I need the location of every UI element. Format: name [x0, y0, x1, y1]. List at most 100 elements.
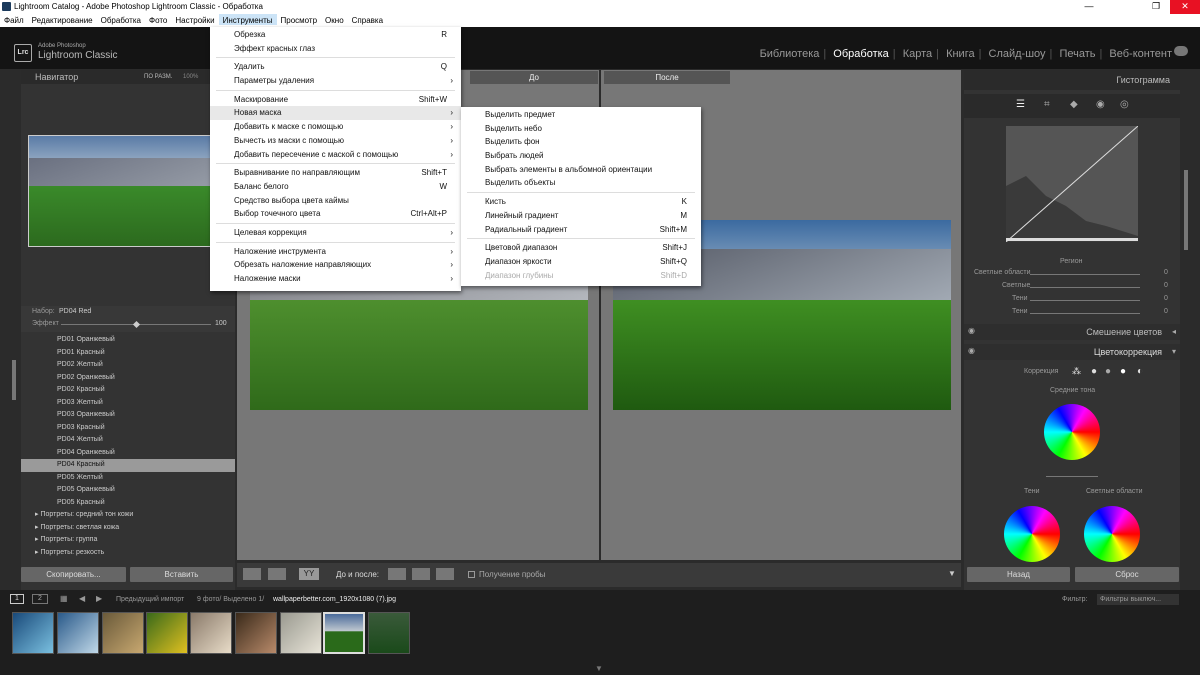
module-map[interactable]: Карта	[903, 48, 932, 60]
reset-button[interactable]: Сброс	[1075, 567, 1179, 582]
nav-fit-option[interactable]: ПО РАЗМ.	[144, 70, 172, 84]
menu-item[interactable]: Выделить небо	[461, 122, 701, 136]
probe-checkbox[interactable]	[468, 571, 475, 578]
navigator-header[interactable]: Навигатор ПО РАЗМ. 100%	[21, 70, 235, 84]
menu-item[interactable]: Удалить Q	[210, 60, 461, 74]
filmstrip-thumbnail[interactable]	[146, 612, 188, 654]
page-1-button[interactable]: 1	[10, 594, 24, 604]
red-eye-icon[interactable]: ◉	[1096, 99, 1105, 110]
preset-group[interactable]: ▸ Портреты: резкость	[21, 547, 235, 560]
slider-track[interactable]	[1030, 313, 1140, 314]
filmstrip-thumbnail[interactable]	[235, 612, 277, 654]
list-item[interactable]: PD05 Желтый	[21, 472, 235, 485]
cloud-icon[interactable]	[1174, 46, 1188, 56]
expand-icon[interactable]: ▾	[1172, 347, 1176, 356]
menu-item[interactable]: Линейный градиент M	[461, 209, 701, 223]
list-item[interactable]: PD05 Красный	[21, 497, 235, 510]
list-item[interactable]: PD02 Оранжевый	[21, 372, 235, 385]
filmstrip-toggle-icon[interactable]: ▼	[595, 664, 603, 673]
menu-help[interactable]: Справка	[348, 14, 387, 25]
nav-zoom-option[interactable]: 100%	[183, 70, 198, 84]
menu-item[interactable]: Выделить фон	[461, 135, 701, 149]
slider-track[interactable]	[1030, 274, 1140, 275]
menu-item[interactable]: Вычесть из маски с помощью ›	[210, 134, 461, 148]
menu-item[interactable]: Обрезка R	[210, 28, 461, 42]
preset-group[interactable]: ▸ Портреты: светлая кожа	[21, 522, 235, 535]
effect-slider-handle[interactable]	[132, 320, 141, 329]
source-label[interactable]: Предыдущий импорт	[116, 596, 184, 603]
menu-item[interactable]: Наложение инструмента ›	[210, 245, 461, 259]
menu-item[interactable]: Выделить предмет	[461, 108, 701, 122]
highlights-mode-icon[interactable]: ●	[1120, 366, 1126, 377]
module-slideshow[interactable]: Слайд-шоу	[989, 48, 1046, 60]
menu-item[interactable]: Обрезать наложение направляющих ›	[210, 258, 461, 272]
menu-item[interactable]: Целевая коррекция ›	[210, 226, 461, 240]
crop-icon[interactable]: ⌗	[1044, 99, 1050, 110]
back-button[interactable]: Назад	[967, 567, 1070, 582]
menu-item[interactable]: Баланс белого W	[210, 180, 461, 194]
preset-group[interactable]: ▸ Портреты: средний тон кожи	[21, 509, 235, 522]
tone-curve[interactable]	[1005, 125, 1139, 243]
module-develop[interactable]: Обработка	[833, 48, 888, 60]
filmstrip-thumbnail[interactable]	[368, 612, 410, 654]
module-book[interactable]: Книга	[946, 48, 975, 60]
masking-icon[interactable]: ◎	[1120, 99, 1129, 110]
menu-item[interactable]: Средство выбора цвета каймы	[210, 194, 461, 208]
module-web[interactable]: Веб-контент	[1109, 48, 1172, 60]
module-print[interactable]: Печать	[1059, 48, 1095, 60]
next-arrow-icon[interactable]: ▶	[96, 594, 102, 603]
file-name[interactable]: wallpaperbetter.com_1920x1080 (7).jpg	[273, 596, 396, 603]
visibility-eye-icon[interactable]: ◉	[968, 326, 975, 335]
menu-item[interactable]: Добавить к маске с помощью ›	[210, 120, 461, 134]
list-item[interactable]: PD03 Оранжевый	[21, 409, 235, 422]
swap-before-after-icon[interactable]	[436, 568, 454, 580]
menu-photo[interactable]: Фото	[145, 14, 171, 25]
before-after-lr-icon[interactable]	[268, 568, 286, 580]
list-item[interactable]: PD05 Оранжевый	[21, 484, 235, 497]
menu-item[interactable]: Новая маска ›	[210, 106, 461, 121]
list-item[interactable]: PD03 Желтый	[21, 397, 235, 410]
menu-edit[interactable]: Редактирование	[28, 14, 97, 25]
highlights-wheel[interactable]	[1084, 506, 1140, 562]
menu-item[interactable]: Радиальный градиент Shift+M	[461, 223, 701, 237]
left-scrollbar[interactable]	[12, 360, 16, 400]
grid-icon[interactable]: ▦	[60, 594, 68, 603]
list-item[interactable]: PD02 Желтый	[21, 359, 235, 372]
midtones-luminance-slider[interactable]	[1046, 476, 1098, 477]
menu-item[interactable]: Маскирование Shift+W	[210, 93, 461, 107]
curve-range-bar[interactable]	[1006, 238, 1138, 241]
shadows-mode-icon[interactable]: ●	[1091, 366, 1097, 377]
menu-item[interactable]: Цветовой диапазон Shift+J	[461, 241, 701, 255]
maximize-button[interactable]: ❐	[1140, 0, 1172, 14]
filmstrip-thumbnail[interactable]	[12, 612, 54, 654]
list-item[interactable]: PD04 Желтый	[21, 434, 235, 447]
preset-group[interactable]: ▸ Портреты: группа	[21, 534, 235, 547]
menu-develop[interactable]: Обработка	[97, 14, 145, 25]
midtones-wheel[interactable]	[1044, 404, 1100, 460]
menu-item[interactable]: Кисть K	[461, 195, 701, 209]
menu-window[interactable]: Окно	[321, 14, 348, 25]
list-item[interactable]: PD01 Красный	[21, 347, 235, 360]
close-button[interactable]: ✕	[1170, 0, 1200, 14]
menu-item[interactable]: Диапазон яркости Shift+Q	[461, 255, 701, 269]
navigator-preview[interactable]	[28, 135, 228, 247]
toolbar-menu-icon[interactable]: ▼	[948, 569, 956, 578]
minimize-button[interactable]: —	[1073, 0, 1105, 14]
menu-view[interactable]: Просмотр	[277, 14, 322, 25]
copy-settings-button[interactable]: Скопировать...	[21, 567, 126, 582]
before-after-split-icon[interactable]: YY	[299, 568, 319, 580]
menu-item[interactable]: Выбрать элементы в альбомной ориентации	[461, 163, 701, 177]
color-mix-header[interactable]: ◉ Смешение цветов ◂	[964, 324, 1180, 340]
module-library[interactable]: Библиотека	[760, 48, 820, 60]
menu-item[interactable]: Эффект красных глаз	[210, 42, 461, 56]
color-grading-header[interactable]: ◉ Цветокоррекция ▾	[964, 344, 1180, 360]
copy-after-before-icon[interactable]	[412, 568, 430, 580]
midtones-mode-icon[interactable]: ●	[1105, 366, 1111, 377]
list-item[interactable]: PD01 Оранжевый	[21, 334, 235, 347]
slider-track[interactable]	[1030, 300, 1140, 301]
filmstrip-thumbnail[interactable]	[57, 612, 99, 654]
filter-select[interactable]: Фильтры выключ...	[1097, 594, 1179, 605]
right-scrollbar[interactable]	[1184, 170, 1188, 250]
edit-sliders-icon[interactable]: ☰	[1016, 99, 1025, 110]
filmstrip-thumbnail[interactable]	[190, 612, 232, 654]
